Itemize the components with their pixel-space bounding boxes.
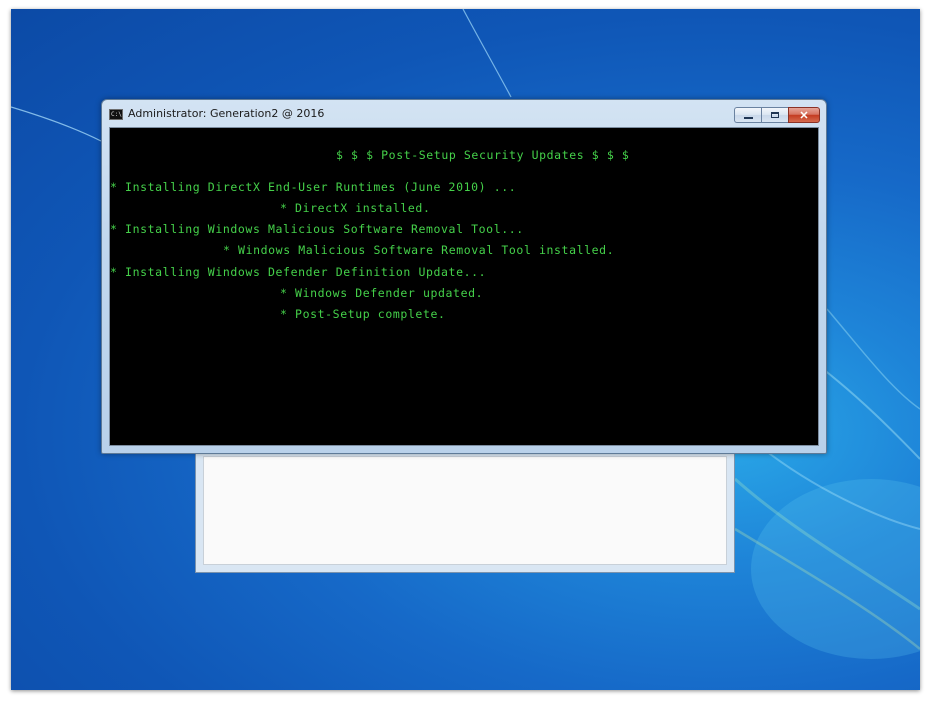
console-window[interactable]: C:\ Administrator: Generation2 @ 2016 ✕ … [101,99,827,454]
desktop-background: C:\ Administrator: Generation2 @ 2016 ✕ … [11,9,920,690]
console-line: * DirectX installed. [280,201,431,215]
maximize-button[interactable] [761,107,788,123]
console-line: * Installing DirectX End-User Runtimes (… [110,180,517,194]
console-line: * Post-Setup complete. [280,307,446,321]
console-line: * Windows Defender updated. [280,286,484,300]
close-button[interactable]: ✕ [788,107,820,123]
console-output[interactable]: $ $ $ Post-Setup Security Updates $ $ $ … [109,127,819,446]
console-title-bar[interactable]: C:\ Administrator: Generation2 @ 2016 ✕ [102,100,826,126]
close-icon: ✕ [799,109,809,122]
console-line: * Installing Windows Defender Definition… [110,265,487,279]
caption-buttons: ✕ [734,107,820,123]
console-line: * Installing Windows Malicious Software … [110,222,524,236]
setup-dialog [195,449,735,573]
setup-dialog-content [203,456,727,565]
console-icon[interactable]: C:\ [109,109,123,120]
minimize-icon [743,116,753,119]
maximize-icon [771,112,779,118]
console-header-line: $ $ $ Post-Setup Security Updates $ $ $ [336,148,630,162]
console-title: Administrator: Generation2 @ 2016 [128,107,325,120]
minimize-button[interactable] [734,107,761,123]
console-line: * Windows Malicious Software Removal Too… [223,243,615,257]
